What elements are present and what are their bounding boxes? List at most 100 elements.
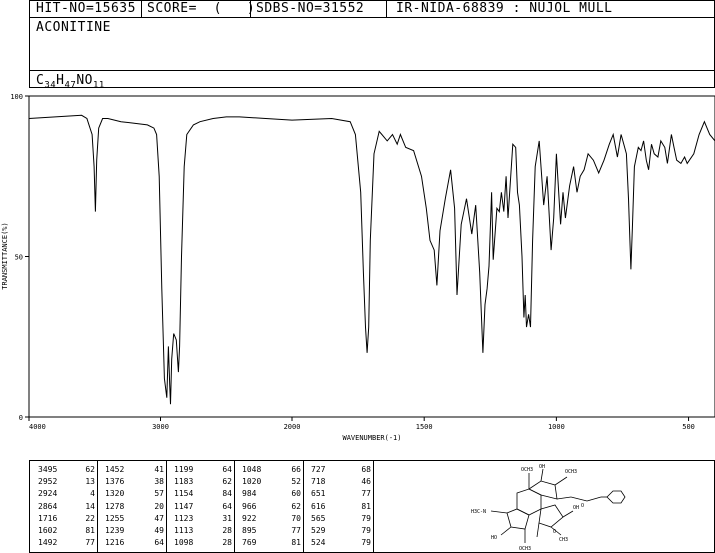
peak-transmittance: 4 [90, 489, 95, 499]
peak-row: 529 79 [311, 525, 371, 537]
peak-wavenumber: 1376 [105, 477, 125, 487]
peak-wavenumber: 1216 [105, 538, 125, 548]
structure-label: O [553, 529, 556, 535]
peak-column-divider [166, 461, 167, 552]
peak-transmittance: 13 [85, 477, 95, 487]
structure-label: OH [573, 505, 579, 511]
peak-row: 3495 62 [38, 464, 95, 476]
peak-wavenumber: 1602 [38, 525, 58, 535]
peak-transmittance: 28 [222, 538, 232, 548]
peak-row: 1113 28 [174, 525, 232, 537]
structure-label: OH [539, 464, 545, 470]
peak-row: 1320 57 [105, 488, 164, 500]
peak-row: 1123 31 [174, 513, 232, 525]
peak-column-divider [303, 461, 304, 552]
peak-row: 2864 14 [38, 501, 95, 513]
x-tick-label: 2000 [284, 423, 301, 431]
chemical-structure: OCH3 OH OCH3 O OH H3C-N HO OCH3 CH3 O [471, 464, 626, 552]
peak-column-divider [234, 461, 235, 552]
peak-wavenumber: 2924 [38, 489, 58, 499]
structure-label: HO [491, 535, 497, 541]
peak-transmittance: 41 [154, 465, 164, 474]
plot-frame [28, 95, 715, 418]
peak-wavenumber: 651 [311, 489, 326, 499]
peak-transmittance: 20 [154, 501, 164, 511]
peak-column: 1048 66 1020 52 984 60 966 62 922 70 895 77 769 81 [242, 464, 301, 549]
peak-transmittance: 68 [361, 465, 371, 474]
peak-table-box: 3495 62 2952 13 2924 4 2864 14 1716 22 1602 81 1492 7… [29, 460, 715, 553]
peak-row: 922 70 [242, 513, 301, 525]
peak-row: 718 46 [311, 476, 371, 488]
peak-column: 1452 41 1376 38 1320 57 1278 20 1255 47 1239 49 1216… [105, 464, 164, 549]
peak-transmittance: 64 [154, 538, 164, 548]
peak-transmittance: 49 [154, 525, 164, 535]
peak-row: 651 77 [311, 488, 371, 500]
spectrum-line [28, 114, 715, 405]
peak-transmittance: 79 [361, 513, 371, 523]
peak-row: 1048 66 [242, 464, 301, 476]
peak-wavenumber: 524 [311, 538, 326, 548]
peak-wavenumber: 565 [311, 513, 326, 523]
peak-row: 1239 49 [105, 525, 164, 537]
peak-transmittance: 22 [85, 513, 95, 523]
peak-transmittance: 47 [154, 513, 164, 523]
peak-wavenumber: 2952 [38, 477, 58, 487]
peak-column: 727 68 718 46 651 77 616 81 565 79 529 79 524 79 [311, 464, 371, 549]
peak-transmittance: 46 [361, 477, 371, 487]
peak-row: 769 81 [242, 537, 301, 549]
peak-row: 1278 20 [105, 501, 164, 513]
peak-wavenumber: 984 [242, 489, 257, 499]
peak-wavenumber: 1452 [105, 465, 125, 474]
structure-label: OCH3 [565, 469, 577, 475]
structure-label: OCH3 [521, 467, 533, 473]
peak-transmittance: 81 [291, 538, 301, 548]
peak-row: 984 60 [242, 488, 301, 500]
peak-wavenumber: 1123 [174, 513, 194, 523]
peak-wavenumber: 1098 [174, 538, 194, 548]
peak-wavenumber: 1239 [105, 525, 125, 535]
peak-row: 1154 84 [174, 488, 232, 500]
peak-row: 1492 77 [38, 537, 95, 549]
peak-transmittance: 66 [291, 465, 301, 474]
peak-wavenumber: 1278 [105, 501, 125, 511]
peak-row: 1183 62 [174, 476, 232, 488]
structure-label: CH3 [559, 537, 568, 543]
x-tick-label: 4000 [29, 423, 46, 431]
x-tick-label: 500 [682, 423, 695, 431]
peak-wavenumber: 895 [242, 525, 257, 535]
peak-wavenumber: 718 [311, 477, 326, 487]
peak-transmittance: 84 [222, 489, 232, 499]
x-tick-label: 1500 [416, 423, 433, 431]
peak-transmittance: 52 [291, 477, 301, 487]
peak-transmittance: 64 [222, 465, 232, 474]
peak-transmittance: 81 [361, 501, 371, 511]
peak-transmittance: 79 [361, 525, 371, 535]
peak-transmittance: 77 [291, 525, 301, 535]
peak-row: 1199 64 [174, 464, 232, 476]
peak-transmittance: 81 [85, 525, 95, 535]
peak-row: 2924 4 [38, 488, 95, 500]
structure-label: O [581, 503, 584, 509]
y-tick-label: 0 [19, 414, 23, 422]
peak-transmittance: 62 [222, 477, 232, 487]
peak-row: 1147 64 [174, 501, 232, 513]
structure-label: H3C-N [471, 509, 486, 515]
peak-wavenumber: 616 [311, 501, 326, 511]
peak-row: 565 79 [311, 513, 371, 525]
peak-wavenumber: 529 [311, 525, 326, 535]
y-axis-label: TRANSMITTANCE(%) [1, 222, 9, 289]
peak-wavenumber: 1113 [174, 525, 194, 535]
peak-row: 1255 47 [105, 513, 164, 525]
peak-wavenumber: 1255 [105, 513, 125, 523]
peak-row: 966 62 [242, 501, 301, 513]
peak-wavenumber: 1716 [38, 513, 58, 523]
table-divider [373, 461, 374, 552]
peak-row: 1452 41 [105, 464, 164, 476]
peak-transmittance: 62 [85, 465, 95, 474]
peak-wavenumber: 922 [242, 513, 257, 523]
peak-wavenumber: 1048 [242, 465, 262, 474]
peak-wavenumber: 1020 [242, 477, 262, 487]
peak-row: 1376 38 [105, 476, 164, 488]
y-tick-label: 100 [10, 93, 23, 101]
y-axis: 0 50 100 [10, 93, 29, 422]
